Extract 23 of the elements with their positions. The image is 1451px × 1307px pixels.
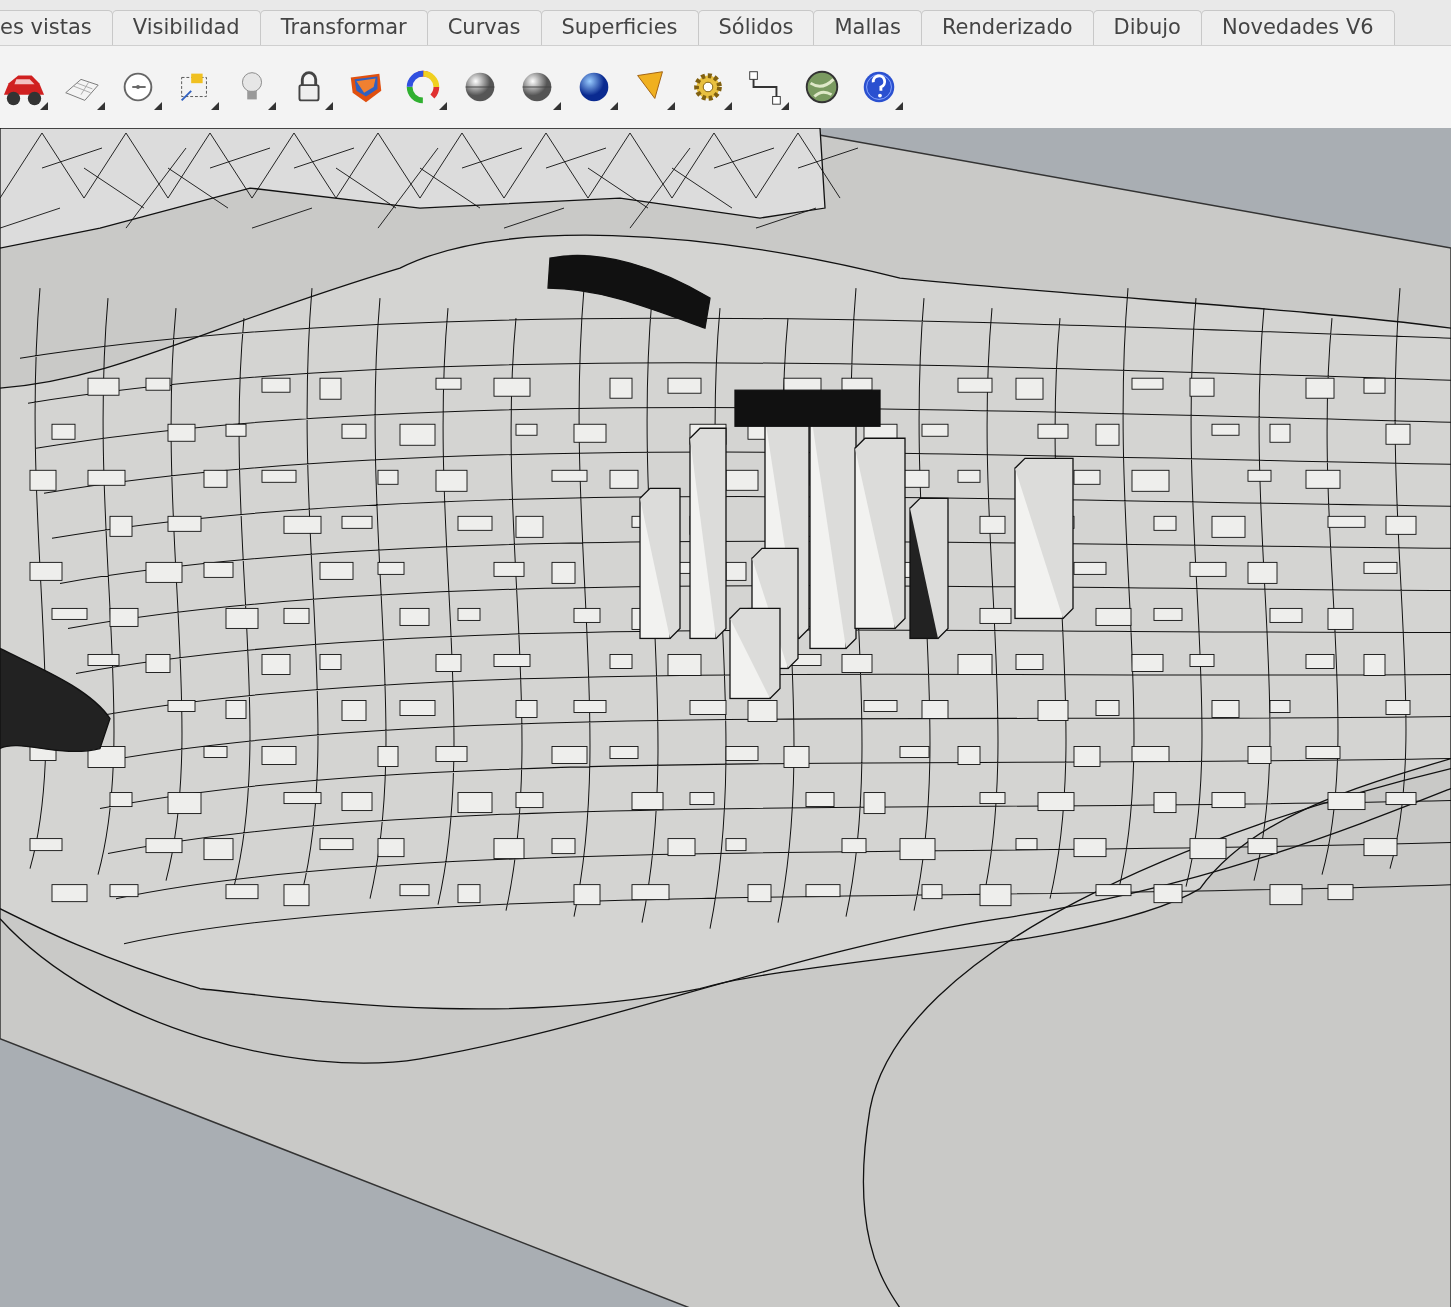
- flyout-corner-icon: [439, 102, 447, 110]
- ribbon-tab[interactable]: Mallas: [813, 10, 922, 45]
- flyout-corner-icon: [154, 102, 162, 110]
- flyout-corner-icon: [268, 102, 276, 110]
- flyout-corner-icon: [40, 102, 48, 110]
- ribbon-tab[interactable]: Superficies: [540, 10, 699, 45]
- flyout-corner-icon: [97, 102, 105, 110]
- flyout-corner-icon: [667, 102, 675, 110]
- flyout-corner-icon: [325, 102, 333, 110]
- flyout-corner-icon: [895, 102, 903, 110]
- flyout-corner-icon: [781, 102, 789, 110]
- ribbon-tab[interactable]: Curvas: [426, 10, 542, 45]
- flyout-corner-icon: [553, 102, 561, 110]
- flyout-corner-icon: [211, 102, 219, 110]
- ribbon-tab[interactable]: es vistas: [0, 10, 113, 45]
- ribbon-tab[interactable]: Novedades V6: [1200, 10, 1395, 45]
- ribbon-tab[interactable]: Visibilidad: [111, 10, 261, 45]
- flyout-corner-icon: [610, 102, 618, 110]
- ribbon-tab[interactable]: Transformar: [259, 10, 428, 45]
- ribbon-tab[interactable]: Renderizado: [920, 10, 1094, 45]
- flyout-corner-icon: [724, 102, 732, 110]
- ribbon-tab[interactable]: Sólidos: [697, 10, 815, 45]
- ribbon-tab[interactable]: Dibujo: [1092, 10, 1202, 45]
